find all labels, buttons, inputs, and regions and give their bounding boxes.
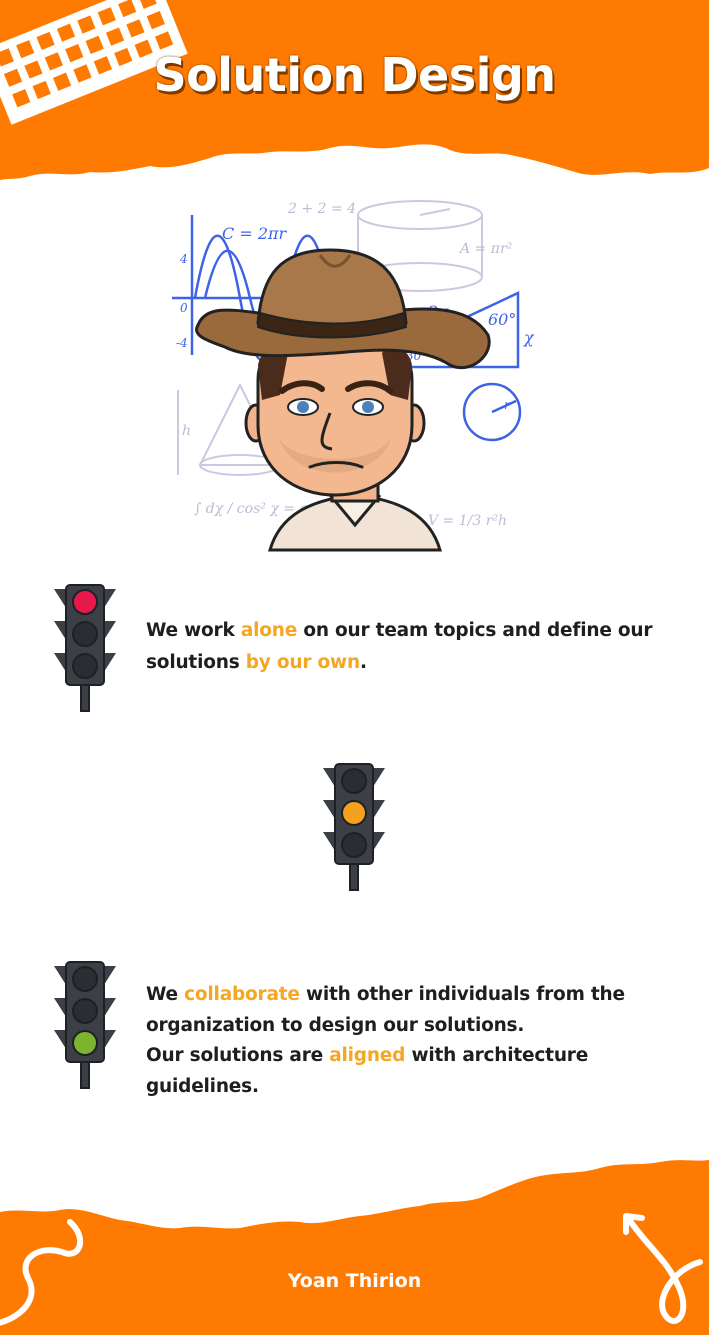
hero-illustration: 2 + 2 = 4 A = πr² h ∫ dχ / cos² χ = a V … — [170, 195, 540, 555]
label-60: 60° — [488, 310, 516, 329]
formula-sum: 2 + 2 = 4 — [287, 201, 356, 217]
axis-label-neg4: -4 — [176, 336, 188, 350]
formula-area: A = πr² — [458, 241, 513, 257]
highlight-collaborate: collaborate — [184, 984, 300, 1005]
label-x: χ — [523, 328, 535, 347]
traffic-light-amber — [321, 762, 387, 898]
level-green-text: We collaborate with other individuals fr… — [146, 984, 625, 1097]
traffic-light-green — [52, 960, 118, 1096]
author-name: Yoan Thirion — [287, 1270, 422, 1292]
traffic-light-red-icon — [54, 584, 116, 712]
level-red-text: We work alone on our team topics and def… — [146, 620, 653, 673]
footer-torn-paper — [0, 1160, 709, 1335]
page-title: Solution Design — [153, 48, 556, 102]
highlight-by-our-own: by our own — [245, 652, 360, 673]
formula-integral: ∫ dχ / cos² χ = a — [194, 501, 308, 517]
traffic-light-red — [52, 583, 118, 719]
formula-circumference: C = 2πr — [222, 224, 288, 243]
header-banner: Solution Design — [0, 0, 709, 185]
label-h: h — [182, 423, 191, 439]
footer-banner: Yoan Thirion — [0, 1150, 709, 1335]
math-avatar-image: 2 + 2 = 4 A = πr² h ∫ dχ / cos² χ = a V … — [172, 200, 535, 552]
formula-volume: V = 1/3 r²h — [428, 513, 507, 529]
highlight-aligned: aligned — [329, 1045, 406, 1066]
highlight-alone: alone — [240, 620, 298, 641]
traffic-light-amber-icon — [323, 763, 385, 891]
traffic-light-green-icon — [54, 961, 116, 1089]
axis-label-4: 4 — [179, 252, 188, 266]
axis-label-0: 0 — [180, 301, 188, 315]
